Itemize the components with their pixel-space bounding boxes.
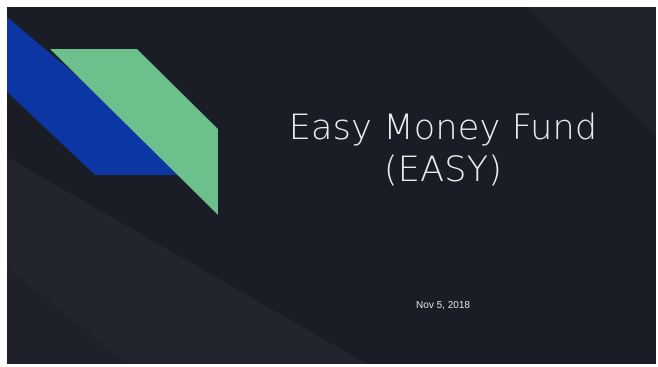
slide-date: Nov 5, 2018 (416, 300, 470, 311)
slide-title-line-2: (EASY) (383, 150, 503, 190)
slide-title: Easy Money Fund (EASY) (243, 107, 643, 191)
slide-canvas: Easy Money Fund (EASY) Nov 5, 2018 (7, 7, 656, 364)
slide-title-line-1: Easy Money Fund (288, 108, 598, 148)
